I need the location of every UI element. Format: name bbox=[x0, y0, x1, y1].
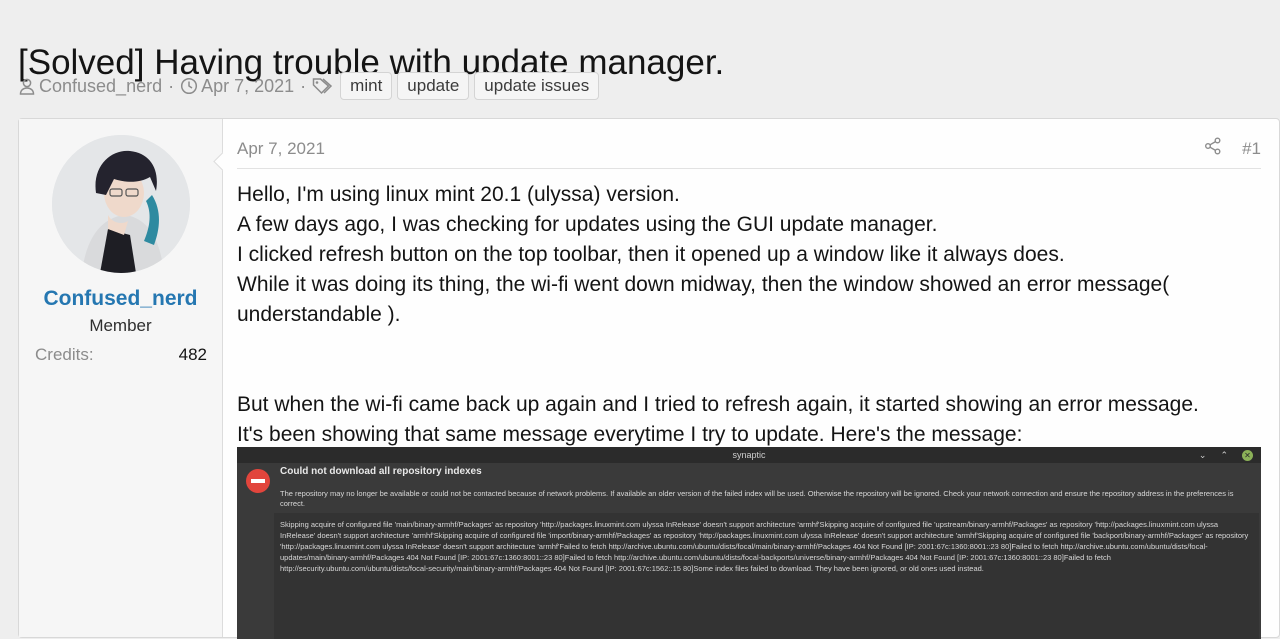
minimize-icon: ⌄ bbox=[1198, 450, 1207, 460]
tag-update-issues[interactable]: update issues bbox=[474, 72, 600, 100]
screenshot-titlebar: synaptic ⌄ ⌃ ✕ bbox=[237, 447, 1261, 463]
message-header: Apr 7, 2021 #1 bbox=[237, 137, 1261, 169]
message-paragraph: I clicked refresh button on the top tool… bbox=[237, 243, 1065, 266]
message-paragraph: Hello, I'm using linux mint 20.1 (ulyssa… bbox=[237, 183, 680, 206]
post-username[interactable]: Confused_nerd bbox=[19, 287, 222, 311]
post-number-link[interactable]: #1 bbox=[1242, 139, 1261, 159]
screenshot-details: Skipping acquire of configured file 'mai… bbox=[274, 513, 1259, 639]
clock-icon bbox=[180, 77, 198, 95]
message-body: Hello, I'm using linux mint 20.1 (ulyssa… bbox=[237, 180, 1247, 450]
avatar[interactable] bbox=[52, 135, 190, 273]
maximize-icon: ⌃ bbox=[1220, 450, 1228, 460]
screenshot-window-controls: ⌄ ⌃ ✕ bbox=[1199, 448, 1253, 462]
close-icon: ✕ bbox=[1242, 450, 1253, 461]
user-title: Member bbox=[89, 316, 152, 335]
error-icon bbox=[246, 469, 270, 493]
user-icon bbox=[18, 77, 36, 95]
message-paragraph: A few days ago, I was checking for updat… bbox=[237, 213, 938, 236]
screenshot-heading: Could not download all repository indexe… bbox=[280, 466, 482, 477]
share-icon[interactable] bbox=[1204, 137, 1222, 160]
tag-icon bbox=[312, 77, 334, 95]
thread-date[interactable]: Apr 7, 2021 bbox=[201, 76, 294, 97]
credits-value: 482 bbox=[178, 345, 207, 364]
message-actions: #1 bbox=[1204, 137, 1261, 160]
post-user-cell: Confused_nerd Member Credits: 482 bbox=[19, 119, 223, 637]
post-date[interactable]: Apr 7, 2021 bbox=[237, 139, 325, 159]
tag-update[interactable]: update bbox=[397, 72, 470, 100]
thread-meta: Confused_nerd · Apr 7, 2021 · mint updat… bbox=[18, 72, 604, 100]
post-message: Confused_nerd Member Credits: 482 Apr 7,… bbox=[18, 118, 1280, 639]
message-paragraph: But when the wi-fi came back up again an… bbox=[237, 393, 1199, 416]
attached-screenshot[interactable]: synaptic ⌄ ⌃ ✕ Could not download all re… bbox=[237, 447, 1261, 639]
meta-separator: · bbox=[168, 75, 175, 96]
message-paragraph: While it was doing its thing, the wi-fi … bbox=[237, 273, 1170, 326]
meta-separator: · bbox=[300, 75, 307, 96]
thread-author-link[interactable]: Confused_nerd bbox=[39, 76, 162, 97]
message-paragraph: It's been showing that same message ever… bbox=[237, 423, 1023, 446]
screenshot-window-title: synaptic bbox=[732, 450, 766, 460]
tag-mint[interactable]: mint bbox=[340, 72, 393, 100]
credits-label: Credits: bbox=[35, 345, 94, 364]
screenshot-description: The repository may no longer be availabl… bbox=[280, 489, 1234, 508]
user-credits: Credits: 482 bbox=[35, 345, 207, 365]
